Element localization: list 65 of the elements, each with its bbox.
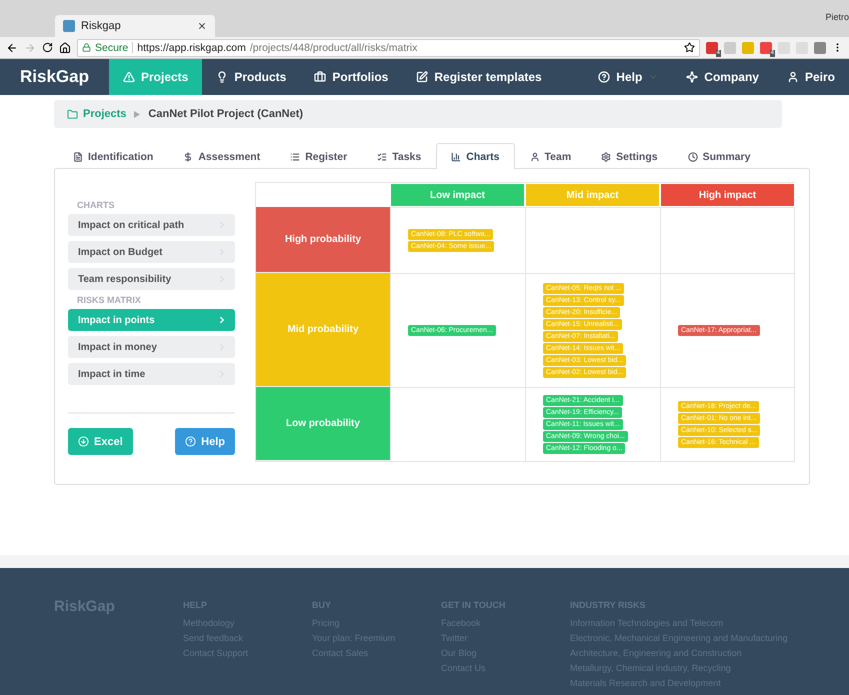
tab[interactable]: Summary	[672, 143, 766, 169]
column-header: Mid impact	[525, 183, 660, 207]
lock-icon	[82, 43, 91, 52]
back-icon[interactable]	[6, 42, 18, 54]
column-header: Low impact	[390, 183, 525, 207]
tab[interactable]: Charts	[436, 143, 514, 169]
tab[interactable]: Assessment	[168, 143, 276, 169]
excel-button[interactable]: Excel	[68, 428, 133, 455]
help-button[interactable]: Help	[175, 428, 235, 455]
document-icon	[73, 152, 83, 162]
chevron-icon	[217, 315, 227, 325]
briefcase-icon	[314, 71, 326, 83]
row-header: High probability	[256, 207, 390, 273]
row-header: Mid probability	[256, 273, 390, 387]
bar-chart-icon	[451, 152, 462, 162]
clock-icon	[688, 152, 698, 162]
address-bar[interactable]: Secure https://app.riskgap.com /projects/448/product/all/risks/matrix	[77, 38, 700, 56]
sidebar-item[interactable]: Impact in money	[68, 336, 235, 358]
tab[interactable]: Tasks	[362, 143, 436, 169]
tab[interactable]: Team	[514, 143, 586, 169]
section-title: CHARTS	[76, 200, 116, 210]
tab[interactable]: Settings	[586, 143, 673, 169]
sidebar-item[interactable]: Impact on critical path	[68, 214, 235, 236]
list-icon	[290, 152, 300, 162]
nav-item[interactable]: Products	[202, 59, 300, 95]
separator-icon	[134, 110, 140, 118]
user-icon	[530, 152, 540, 162]
extension-icon[interactable]	[814, 42, 826, 54]
close-icon[interactable]	[197, 21, 207, 31]
nav-item[interactable]: Register templates	[402, 59, 556, 95]
dollar-icon	[183, 152, 194, 162]
help-icon	[598, 71, 610, 83]
download-icon	[78, 436, 89, 447]
checklist-icon	[377, 152, 388, 162]
favicon-icon	[63, 20, 75, 32]
section-title: RISKS MATRIX	[76, 295, 142, 305]
user-icon	[786, 71, 799, 83]
browser-tab[interactable]: Riskgap	[55, 15, 215, 37]
warning-icon	[122, 71, 135, 83]
sparkle-icon	[686, 71, 698, 83]
breadcrumb-current: CanNet Pilot Project (CanNet)	[148, 108, 304, 120]
sidebar-item[interactable]: Impact in points	[68, 309, 235, 331]
logo[interactable]: RiskGap	[0, 59, 109, 95]
sidebar-item[interactable]: Team responsibility	[68, 268, 235, 290]
edit-icon	[416, 71, 428, 83]
reload-icon[interactable]	[42, 42, 53, 53]
home-icon[interactable]	[59, 42, 71, 54]
breadcrumb-link[interactable]: Projects	[67, 108, 126, 120]
tab[interactable]: Identification	[58, 143, 168, 169]
nav-item[interactable]: Company	[672, 59, 773, 95]
sidebar-item[interactable]: Impact on Budget	[68, 241, 235, 263]
settings-icon	[601, 152, 612, 162]
tab[interactable]: Register	[275, 143, 362, 169]
nav-item[interactable]: Help	[584, 59, 672, 95]
folder-icon	[67, 108, 78, 120]
bookmark-icon[interactable]	[684, 42, 695, 53]
lightbulb-icon	[216, 71, 228, 83]
nav-item[interactable]: Peiro	[772, 59, 849, 95]
nav-item[interactable]: Portfolios	[300, 59, 402, 95]
nav-item[interactable]: Projects	[108, 59, 202, 95]
row-header: Low probability	[256, 387, 390, 461]
column-header: High impact	[660, 183, 795, 207]
sidebar-item[interactable]: Impact in time	[68, 363, 235, 385]
help-icon	[185, 436, 196, 447]
profile-name[interactable]: Pietro	[825, 12, 849, 22]
